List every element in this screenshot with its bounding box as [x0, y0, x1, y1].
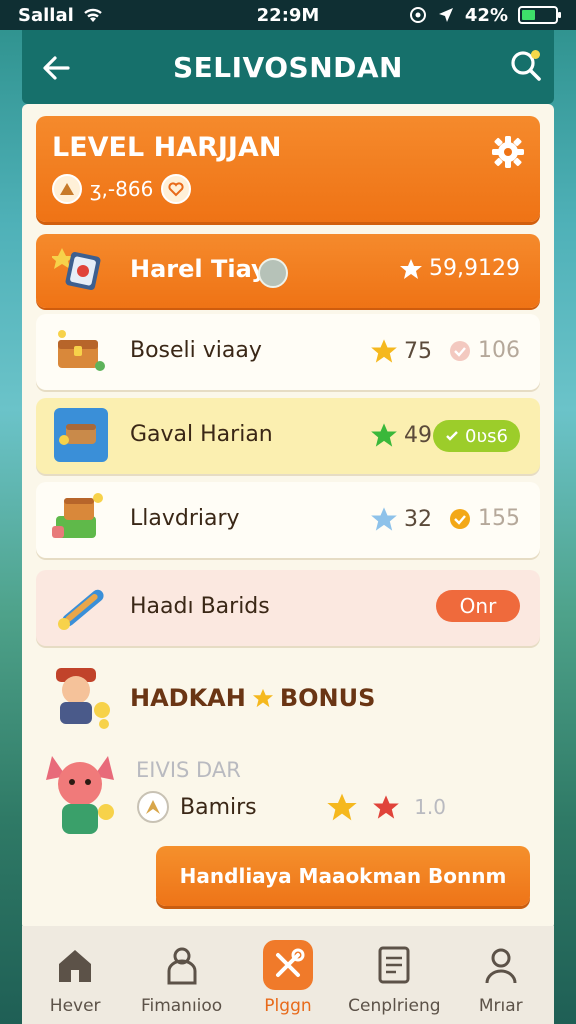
page-title: SELIVOSNDAN — [173, 50, 403, 84]
red-star-icon — [373, 795, 400, 819]
nav-label: Fimanıioo — [140, 996, 223, 1016]
reward-pill[interactable]: 0ʋs6 — [432, 420, 520, 452]
level-title: LEVEL HARJJAN — [52, 132, 282, 163]
level-sub-value: ʒ,-866 — [90, 177, 154, 201]
bonus-title-left: HADKAH — [130, 684, 246, 712]
status-right: 42% — [409, 4, 561, 26]
back-arrow-icon[interactable] — [38, 50, 74, 86]
nav-label: Mrıar — [478, 996, 523, 1016]
star-icon — [327, 793, 357, 821]
star-count-text: 75 — [404, 338, 432, 364]
star-icon — [371, 507, 397, 531]
coin-badge-icon — [258, 258, 288, 288]
document-icon — [369, 940, 419, 990]
list-item-featured[interactable]: Harel Tiay 59,9129 — [36, 234, 540, 308]
star-count-text: 32 — [404, 506, 432, 532]
list-item-label: Boseli viaay — [130, 338, 262, 363]
nav-label: Hever — [49, 996, 101, 1016]
cannon-crate-icon — [54, 408, 108, 462]
person-bag-icon — [157, 940, 207, 990]
compass-icon — [137, 791, 169, 823]
battery-percent: 42% — [464, 4, 508, 26]
notification-dot — [531, 50, 540, 59]
adventurer-avatar-icon — [56, 668, 110, 729]
trophy-card-icon — [52, 248, 101, 291]
search-button[interactable] — [506, 46, 546, 86]
bottom-nav: Hever Fimanıioo Plggn Cenplrieng Mrıar — [22, 926, 554, 1024]
list-item-highlight[interactable]: Gaval Harian 49 0ʋs6 — [36, 398, 540, 474]
secondary-count-text: 106 — [478, 338, 520, 363]
nav-item-home[interactable]: Hever — [25, 940, 125, 1016]
list-item-label: Llavdriary — [130, 506, 240, 531]
level-sub: ʒ,-866 — [52, 174, 192, 204]
list-item[interactable]: Boseli viaay 75 106 — [36, 314, 540, 390]
bonus-section: HADKAH BONUS EIVIS DAR Bamirs 1.0 — [36, 650, 540, 850]
star-count: 32 — [370, 506, 432, 532]
featured-value: 59,9129 — [399, 256, 520, 281]
treasure-chest-icon — [58, 330, 105, 371]
app-header: SELIVOSNDAN — [22, 30, 554, 104]
list-item-label: Harel Tiay — [130, 255, 267, 283]
status-bar: Sallal 22:9M 42% — [0, 0, 576, 30]
location-icon — [409, 7, 426, 23]
list-item-label: Haadı Barids — [130, 594, 270, 619]
reward-chip-icon — [52, 174, 82, 204]
secondary-count: 155 — [448, 506, 520, 531]
bonus-title: HADKAH BONUS — [130, 684, 375, 712]
bonus-cta-button[interactable]: Handliaya Maaokman Bonnm — [156, 846, 530, 906]
battery-icon — [518, 6, 561, 24]
gift-box-icon — [52, 493, 103, 538]
telescope-icon — [58, 589, 104, 630]
bonus-stats: 1.0 — [326, 792, 446, 822]
bonus-item-label: Bamirs — [180, 794, 257, 820]
bonus-title-right: BONUS — [279, 684, 376, 712]
status-left: Sallal — [18, 5, 104, 26]
bonus-caption: EIVIS DAR — [136, 758, 241, 782]
reward-pill-text: 0ʋs6 — [464, 425, 508, 447]
action-button[interactable]: Onr — [436, 590, 520, 622]
wifi-icon — [83, 8, 102, 22]
fox-mascot-icon — [46, 756, 114, 834]
star-icon — [371, 423, 397, 447]
nav-label: Plggn — [264, 996, 312, 1016]
tools-icon — [262, 940, 313, 990]
profile-icon — [476, 940, 526, 990]
check-badge-icon — [450, 340, 470, 361]
nav-item-plugin[interactable]: Plggn — [238, 940, 338, 1016]
check-icon — [446, 431, 458, 441]
bonus-item-value: 1.0 — [414, 795, 446, 819]
navigation-arrow-icon — [438, 8, 453, 22]
secondary-count: 106 — [448, 338, 520, 363]
star-count: 75 — [370, 338, 432, 364]
star-count: 49 — [370, 422, 432, 448]
star-icon — [400, 258, 423, 279]
list-item-bonus[interactable]: Haadı Barids Onr — [36, 570, 540, 646]
secondary-count-text: 155 — [478, 506, 520, 531]
level-card: LEVEL HARJJAN ʒ,-866 — [36, 116, 540, 222]
settings-gear-icon[interactable] — [490, 134, 526, 170]
star-icon — [371, 339, 397, 363]
bonus-item[interactable]: Bamirs — [136, 790, 257, 824]
list-item-label: Gaval Harian — [130, 422, 273, 447]
main-panel: LEVEL HARJJAN ʒ,-866 Harel Tiay 59,9129 … — [22, 104, 554, 930]
check-badge-icon — [450, 508, 470, 529]
nav-label: Cenplrieng — [348, 996, 441, 1016]
nav-item-finance[interactable]: Fimanıioo — [132, 940, 232, 1016]
star-count-text: 49 — [404, 422, 432, 448]
home-icon — [50, 940, 100, 990]
star-icon — [252, 688, 273, 708]
nav-item-profile[interactable]: Mrıar — [451, 940, 551, 1016]
nav-item-completing[interactable]: Cenplrieng — [344, 940, 444, 1016]
search-icon — [511, 51, 541, 81]
list-item[interactable]: Llavdriary 32 155 — [36, 482, 540, 558]
battery-fill — [522, 10, 536, 20]
carrier-label: Sallal — [18, 4, 74, 26]
featured-value-text: 59,9129 — [429, 256, 520, 281]
heart-badge-icon — [161, 174, 192, 204]
